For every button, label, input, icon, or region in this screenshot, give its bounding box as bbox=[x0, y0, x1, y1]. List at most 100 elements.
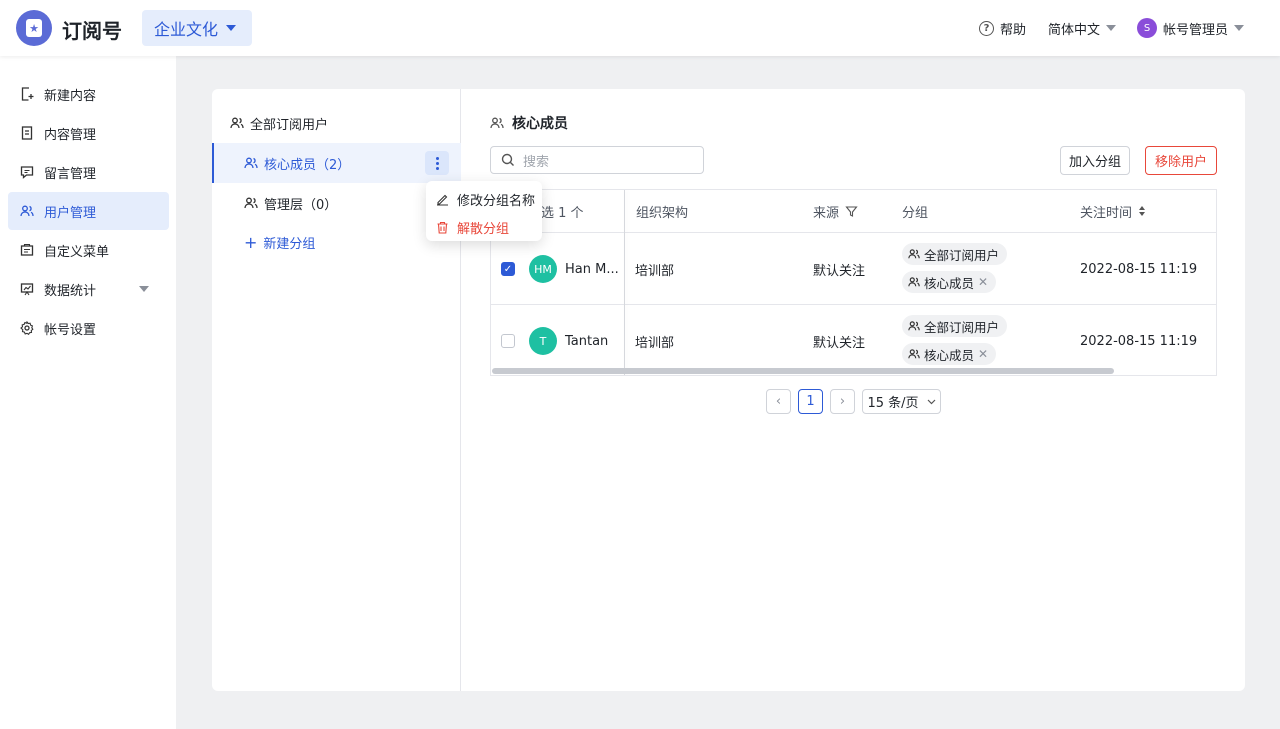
chevron-down-icon bbox=[226, 25, 237, 31]
menu-item-label: 解散分组 bbox=[457, 221, 510, 237]
group-panel: 全部订阅用户 核心成员（2） 管理层（0） + 新建分组 bbox=[212, 89, 461, 691]
menu-item-dissolve-group[interactable]: 解散分组 bbox=[426, 213, 542, 241]
chevron-down-icon bbox=[1106, 25, 1117, 31]
prev-page-button[interactable]: ‹ bbox=[766, 389, 791, 414]
sidebar-item-label: 数据统计 bbox=[44, 283, 97, 299]
edit-icon bbox=[437, 194, 448, 206]
page-size-label: 15 条/页 bbox=[867, 396, 919, 411]
group-tag-label: 全部订阅用户 bbox=[924, 319, 1000, 335]
next-page-button[interactable]: › bbox=[830, 389, 855, 414]
help-link[interactable]: ? 帮助 bbox=[979, 0, 1026, 56]
user-name: Tantan bbox=[565, 333, 609, 349]
sidebar-item-label: 新建内容 bbox=[44, 88, 97, 104]
group-item-all[interactable]: 全部订阅用户 bbox=[212, 103, 461, 143]
new-group-button[interactable]: + 新建分组 bbox=[244, 233, 315, 252]
account-switcher[interactable]: 企业文化 bbox=[142, 10, 252, 46]
sidebar-item-user-management[interactable]: 用户管理 bbox=[8, 192, 169, 230]
search-placeholder: 搜索 bbox=[523, 154, 550, 170]
group-label: 全部订阅用户 bbox=[250, 117, 329, 133]
users-icon bbox=[908, 249, 920, 259]
page-number-button[interactable]: 1 bbox=[798, 389, 823, 414]
frozen-column-divider bbox=[624, 190, 625, 375]
page-size-select[interactable]: 15 条/页 bbox=[862, 389, 941, 414]
user-name: Han M... bbox=[565, 261, 619, 277]
sidebar-item-comments[interactable]: 留言管理 bbox=[8, 153, 169, 191]
users-icon bbox=[490, 117, 504, 129]
sidebar-item-label: 留言管理 bbox=[44, 166, 97, 182]
menu-item-rename-group[interactable]: 修改分组名称 bbox=[426, 185, 542, 213]
row-checkbox[interactable]: ✓ bbox=[501, 262, 515, 276]
user-name: 帐号管理员 bbox=[1163, 22, 1229, 38]
top-header: ★ 订阅号 企业文化 ? 帮助 简体中文 S 帐号管理员 bbox=[0, 0, 1280, 56]
users-icon bbox=[20, 204, 34, 218]
plus-icon: + bbox=[244, 233, 258, 252]
avatar: T bbox=[529, 327, 557, 355]
users-icon bbox=[230, 117, 244, 129]
close-icon[interactable]: ✕ bbox=[978, 347, 988, 361]
users-icon bbox=[908, 321, 920, 331]
sidebar-item-account-settings[interactable]: 帐号设置 bbox=[8, 309, 169, 347]
chart-icon bbox=[20, 282, 34, 296]
follow-time-cell: 2022-08-15 11:19 bbox=[1080, 333, 1198, 349]
avatar: S bbox=[1137, 18, 1157, 38]
group-tag-label: 全部订阅用户 bbox=[924, 247, 1000, 263]
group-label: 核心成员（2） bbox=[264, 157, 351, 173]
users-icon bbox=[244, 157, 258, 169]
new-group-label: 新建分组 bbox=[263, 237, 316, 252]
table-row[interactable]: ✓ HM Han M... 培训部 默认关注 全部订阅用户 核心成员 ✕ 202… bbox=[491, 232, 1216, 304]
help-label: 帮助 bbox=[1000, 22, 1027, 38]
sort-icon[interactable] bbox=[1138, 205, 1146, 217]
table-row[interactable]: T Tantan 培训部 默认关注 全部订阅用户 核心成员 ✕ 2022-08-… bbox=[491, 304, 1216, 375]
group-options-menu: 修改分组名称 解散分组 bbox=[426, 181, 542, 241]
trash-icon bbox=[437, 221, 448, 234]
group-tag-label: 核心成员 bbox=[924, 275, 975, 291]
new-content-icon bbox=[20, 87, 34, 101]
group-item-core-members[interactable]: 核心成员（2） bbox=[212, 143, 461, 183]
source-header-label: 来源 bbox=[813, 205, 840, 221]
sidebar-item-new-content[interactable]: 新建内容 bbox=[8, 75, 169, 113]
group-tag: 全部订阅用户 bbox=[902, 315, 1008, 337]
more-options-button[interactable] bbox=[425, 151, 449, 175]
column-header-selected: 选 1 个 bbox=[541, 205, 584, 221]
users-icon bbox=[908, 349, 920, 359]
follow-time-header-label: 关注时间 bbox=[1080, 205, 1133, 221]
account-name: 企业文化 bbox=[154, 20, 219, 39]
add-to-group-button[interactable]: 加入分组 bbox=[1060, 146, 1130, 175]
chevron-left-icon: ‹ bbox=[775, 394, 782, 409]
filter-icon[interactable] bbox=[845, 205, 858, 218]
menu-item-label: 修改分组名称 bbox=[457, 193, 536, 209]
sidebar-item-label: 内容管理 bbox=[44, 127, 97, 143]
chevron-down-icon bbox=[927, 399, 935, 404]
sidebar-item-custom-menu[interactable]: 自定义菜单 bbox=[8, 231, 169, 269]
user-table: 选 1 个 组织架构 来源 分组 关注时间 ✓ HM Han M... 培训部 … bbox=[490, 189, 1217, 376]
group-item-management[interactable]: 管理层（0） bbox=[212, 183, 461, 223]
star-icon: ★ bbox=[26, 19, 42, 37]
app-logo: ★ bbox=[16, 10, 52, 46]
sidebar-item-statistics[interactable]: 数据统计 bbox=[8, 270, 169, 308]
remove-user-button[interactable]: 移除用户 bbox=[1145, 146, 1217, 175]
sidebar-item-label: 用户管理 bbox=[44, 205, 97, 221]
column-header-group: 分组 bbox=[902, 205, 929, 221]
user-menu[interactable]: S 帐号管理员 bbox=[1137, 0, 1245, 56]
source-cell: 默认关注 bbox=[813, 335, 866, 351]
column-header-source[interactable]: 来源 bbox=[813, 190, 858, 232]
search-input[interactable]: 搜索 bbox=[490, 146, 704, 174]
sidebar-item-content-management[interactable]: 内容管理 bbox=[8, 114, 169, 152]
chevron-down-icon bbox=[139, 286, 149, 292]
follow-time-cell: 2022-08-15 11:19 bbox=[1080, 261, 1198, 277]
horizontal-scrollbar[interactable] bbox=[492, 368, 1114, 374]
language-label: 简体中文 bbox=[1048, 22, 1101, 38]
column-header-follow-time[interactable]: 关注时间 bbox=[1080, 190, 1146, 232]
language-switcher[interactable]: 简体中文 bbox=[1048, 0, 1117, 56]
close-icon[interactable]: ✕ bbox=[978, 275, 988, 289]
menu-icon bbox=[20, 243, 34, 257]
sidebar-item-label: 帐号设置 bbox=[44, 322, 97, 338]
app-title: 订阅号 bbox=[62, 19, 122, 43]
group-tag: 核心成员 ✕ bbox=[902, 271, 997, 293]
page-title-text: 核心成员 bbox=[512, 116, 568, 132]
help-icon: ? bbox=[979, 20, 994, 36]
sidebar: 新建内容 内容管理 留言管理 用户管理 自定义菜单 数据统计 帐号设置 bbox=[0, 56, 176, 729]
row-checkbox[interactable] bbox=[501, 334, 515, 348]
group-tag: 全部订阅用户 bbox=[902, 243, 1008, 265]
chevron-down-icon bbox=[1234, 25, 1245, 31]
